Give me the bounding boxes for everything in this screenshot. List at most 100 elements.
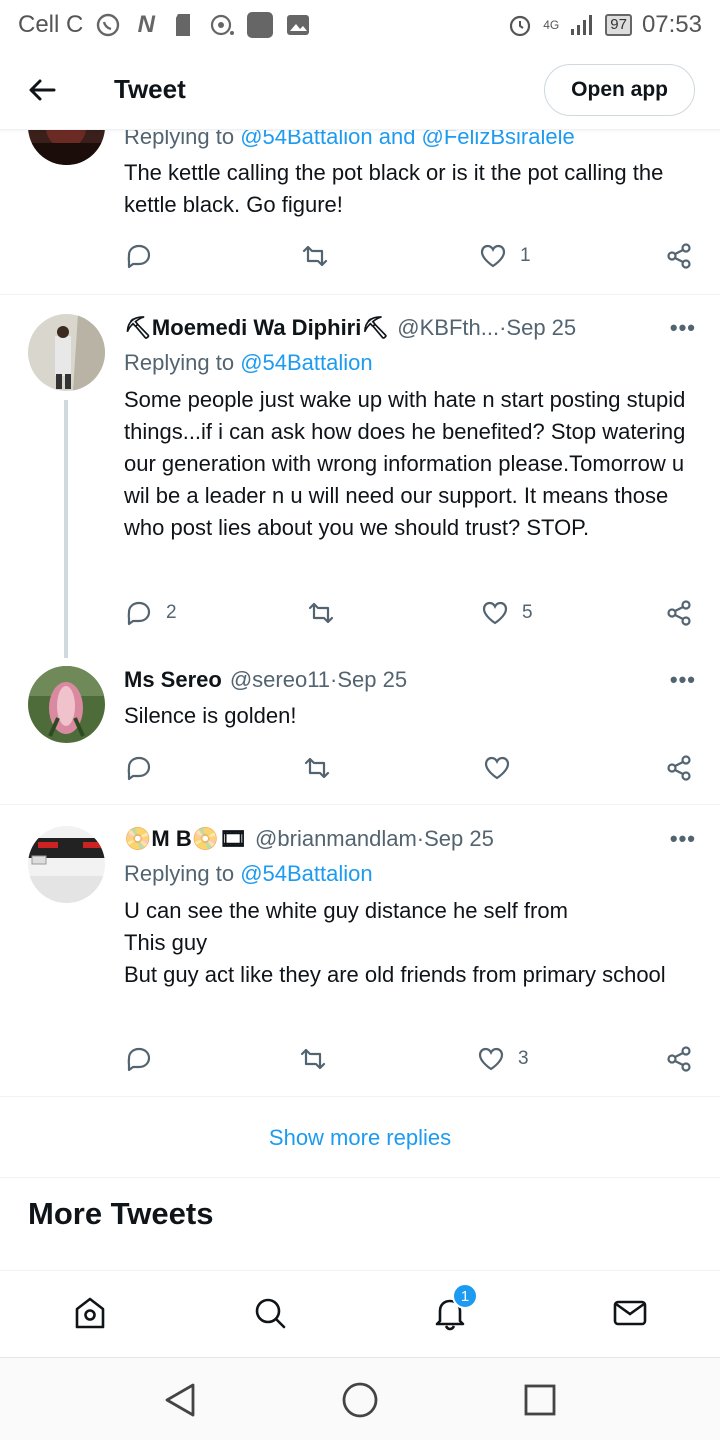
more-tweets-heading: More Tweets <box>28 1196 214 1231</box>
share-icon <box>667 755 691 781</box>
app-square-icon <box>247 12 274 38</box>
share-button[interactable] <box>664 1041 694 1077</box>
display-name[interactable]: ⛏Moemedi Wa Diphiri⛏ <box>124 315 389 341</box>
reply-icon <box>127 1047 151 1072</box>
user-handle[interactable]: @sereo11 <box>230 667 330 693</box>
carrier-label: Cell C <box>18 11 84 38</box>
replying-to: Replying to @54Battalion <box>124 350 373 375</box>
divider <box>0 1177 720 1178</box>
reply-icon <box>127 601 151 626</box>
retweet-button[interactable] <box>302 750 344 786</box>
retweet-button[interactable] <box>298 1041 340 1077</box>
heart-icon <box>478 1047 504 1071</box>
gallery-icon <box>285 12 311 38</box>
share-icon <box>667 1046 691 1072</box>
search-icon <box>255 1298 286 1329</box>
app-n-icon: N <box>137 11 156 38</box>
tab-home[interactable] <box>68 1291 112 1335</box>
reply-icon <box>127 756 151 781</box>
back-button[interactable] <box>20 68 64 112</box>
like-button[interactable]: 3 <box>476 1041 529 1077</box>
divider <box>0 804 720 805</box>
reply-count: 2 <box>166 602 177 623</box>
alarm-icon <box>507 12 533 38</box>
tweet-header: ⛏Moemedi Wa Diphiri⛏ @KBFth... · Sep 25 … <box>124 315 696 341</box>
share-icon <box>667 243 691 269</box>
retweet-icon <box>308 602 334 624</box>
tweet-date[interactable]: Sep 25 <box>424 826 494 852</box>
tweet-actions: 1 <box>124 238 696 274</box>
heart-icon <box>482 601 508 625</box>
whatsapp-icon <box>95 12 121 38</box>
like-count: 3 <box>518 1048 529 1069</box>
divider <box>0 1096 720 1097</box>
hotspot-icon <box>209 12 235 38</box>
tweet-text: The kettle calling the pot black or is i… <box>124 160 664 217</box>
triangle-back-icon <box>165 1383 195 1417</box>
tab-search[interactable] <box>248 1291 292 1335</box>
tweet-date[interactable]: Sep 25 <box>337 667 407 693</box>
tweet-text: Silence is golden! <box>124 703 297 728</box>
tweet-date[interactable]: Sep 25 <box>506 315 576 341</box>
like-button[interactable]: 5 <box>480 595 533 631</box>
nav-home-button[interactable] <box>340 1380 380 1420</box>
bottom-tab-bar: 1 <box>0 1270 720 1357</box>
reply-button[interactable] <box>124 238 166 274</box>
avatar[interactable] <box>28 666 105 743</box>
share-button[interactable] <box>664 238 694 274</box>
nav-back-button[interactable] <box>160 1380 200 1420</box>
avatar[interactable] <box>28 314 105 391</box>
mention-link[interactable]: @54Battalion <box>240 861 372 886</box>
avatar[interactable] <box>28 826 105 903</box>
like-button[interactable] <box>482 750 524 786</box>
sd-card-icon <box>171 12 197 38</box>
display-name[interactable]: Ms Sereo <box>124 667 222 693</box>
display-name[interactable]: 📀M B📀🎞 <box>124 826 247 852</box>
page-title: Tweet <box>114 74 186 104</box>
reply-button[interactable]: 2 <box>124 595 177 631</box>
signal-icon <box>569 12 595 38</box>
reply-button[interactable] <box>124 750 166 786</box>
thread-connector <box>64 400 68 658</box>
top-app-bar: Tweet Open app <box>0 50 720 130</box>
share-icon <box>667 600 691 626</box>
replying-to: Replying to @54Battalion and @FelizBsira… <box>124 130 575 150</box>
conversation-thread: Replying to @54Battalion and @FelizBsira… <box>0 130 720 1270</box>
replying-to: Replying to @54Battalion <box>124 861 373 886</box>
more-options-icon[interactable]: ••• <box>670 826 696 852</box>
tab-messages[interactable] <box>608 1291 652 1335</box>
clock: 07:53 <box>641 11 702 38</box>
system-navigation-bar <box>0 1357 720 1440</box>
reply-icon <box>127 244 151 269</box>
circle-home-icon <box>342 1382 378 1418</box>
divider <box>0 294 720 295</box>
retweet-icon <box>302 245 328 267</box>
square-recents-icon <box>524 1384 556 1416</box>
retweet-icon <box>300 1048 326 1070</box>
avatar[interactable] <box>28 130 105 165</box>
nav-recents-button[interactable] <box>520 1380 560 1420</box>
open-app-button[interactable]: Open app <box>544 63 695 116</box>
user-handle[interactable]: @KBFth... <box>397 315 499 341</box>
user-handle[interactable]: @brianmandlam <box>255 826 417 852</box>
heart-icon <box>480 244 506 268</box>
tweet-actions: 2 5 <box>124 595 696 631</box>
like-button[interactable]: 1 <box>478 238 531 274</box>
mention-link[interactable]: @54Battalion <box>240 350 372 375</box>
retweet-button[interactable] <box>306 595 348 631</box>
tab-notifications[interactable]: 1 <box>428 1283 478 1335</box>
notification-badge: 1 <box>452 1283 478 1309</box>
reply-button[interactable] <box>124 1041 166 1077</box>
heart-icon <box>484 756 510 780</box>
mention-link[interactable]: @54Battalion and @FelizBsiralele <box>240 130 575 149</box>
more-options-icon[interactable]: ••• <box>670 315 696 341</box>
more-options-icon[interactable]: ••• <box>670 667 696 693</box>
retweet-button[interactable] <box>300 238 342 274</box>
tweet-header: Ms Sereo @sereo11 · Sep 25 ••• <box>124 667 696 693</box>
mail-icon <box>613 1300 647 1326</box>
arrow-left-icon <box>29 79 56 100</box>
share-button[interactable] <box>664 750 694 786</box>
share-button[interactable] <box>664 595 694 631</box>
show-more-replies-link[interactable]: Show more replies <box>0 1098 720 1178</box>
status-bar: Cell C N 4G 97 07:53 <box>0 0 720 50</box>
